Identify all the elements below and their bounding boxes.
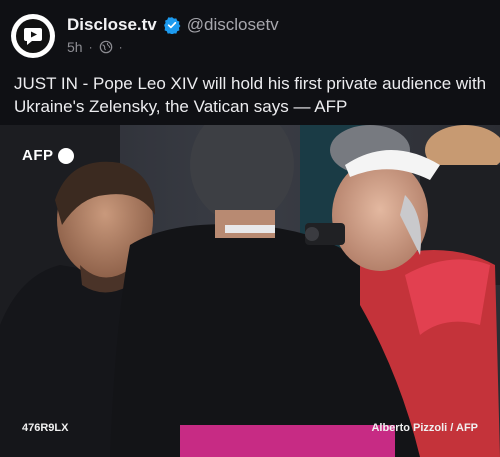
post-card: Disclose.tv @disclosetv 5h · · JUST IN -… xyxy=(0,0,500,457)
verified-badge-icon xyxy=(163,17,181,34)
photo-illustration xyxy=(0,125,500,457)
image-id: 476R9LX xyxy=(22,422,69,434)
play-bubble-icon xyxy=(24,28,42,45)
author-row: Disclose.tv @disclosetv xyxy=(67,15,279,35)
author-handle[interactable]: @disclosetv xyxy=(187,15,279,35)
author-name[interactable]: Disclose.tv xyxy=(67,15,157,35)
afp-watermark-text: AFP xyxy=(22,147,54,164)
post-image[interactable] xyxy=(0,125,500,457)
meta-separator-2: · xyxy=(118,40,123,54)
globe-icon xyxy=(99,40,112,54)
post-time[interactable]: 5h xyxy=(67,39,83,55)
photo-credit: Alberto Pizzoli / AFP xyxy=(371,422,478,434)
meta-separator: · xyxy=(88,40,93,54)
post-meta: 5h · · xyxy=(67,39,123,55)
afp-watermark: AFP xyxy=(22,147,74,164)
afp-circle-icon xyxy=(57,147,74,164)
post-text: JUST IN - Pope Leo XIV will hold his fir… xyxy=(14,74,487,116)
disclose-tv-logo-icon xyxy=(16,19,50,53)
author-avatar[interactable] xyxy=(11,14,55,58)
